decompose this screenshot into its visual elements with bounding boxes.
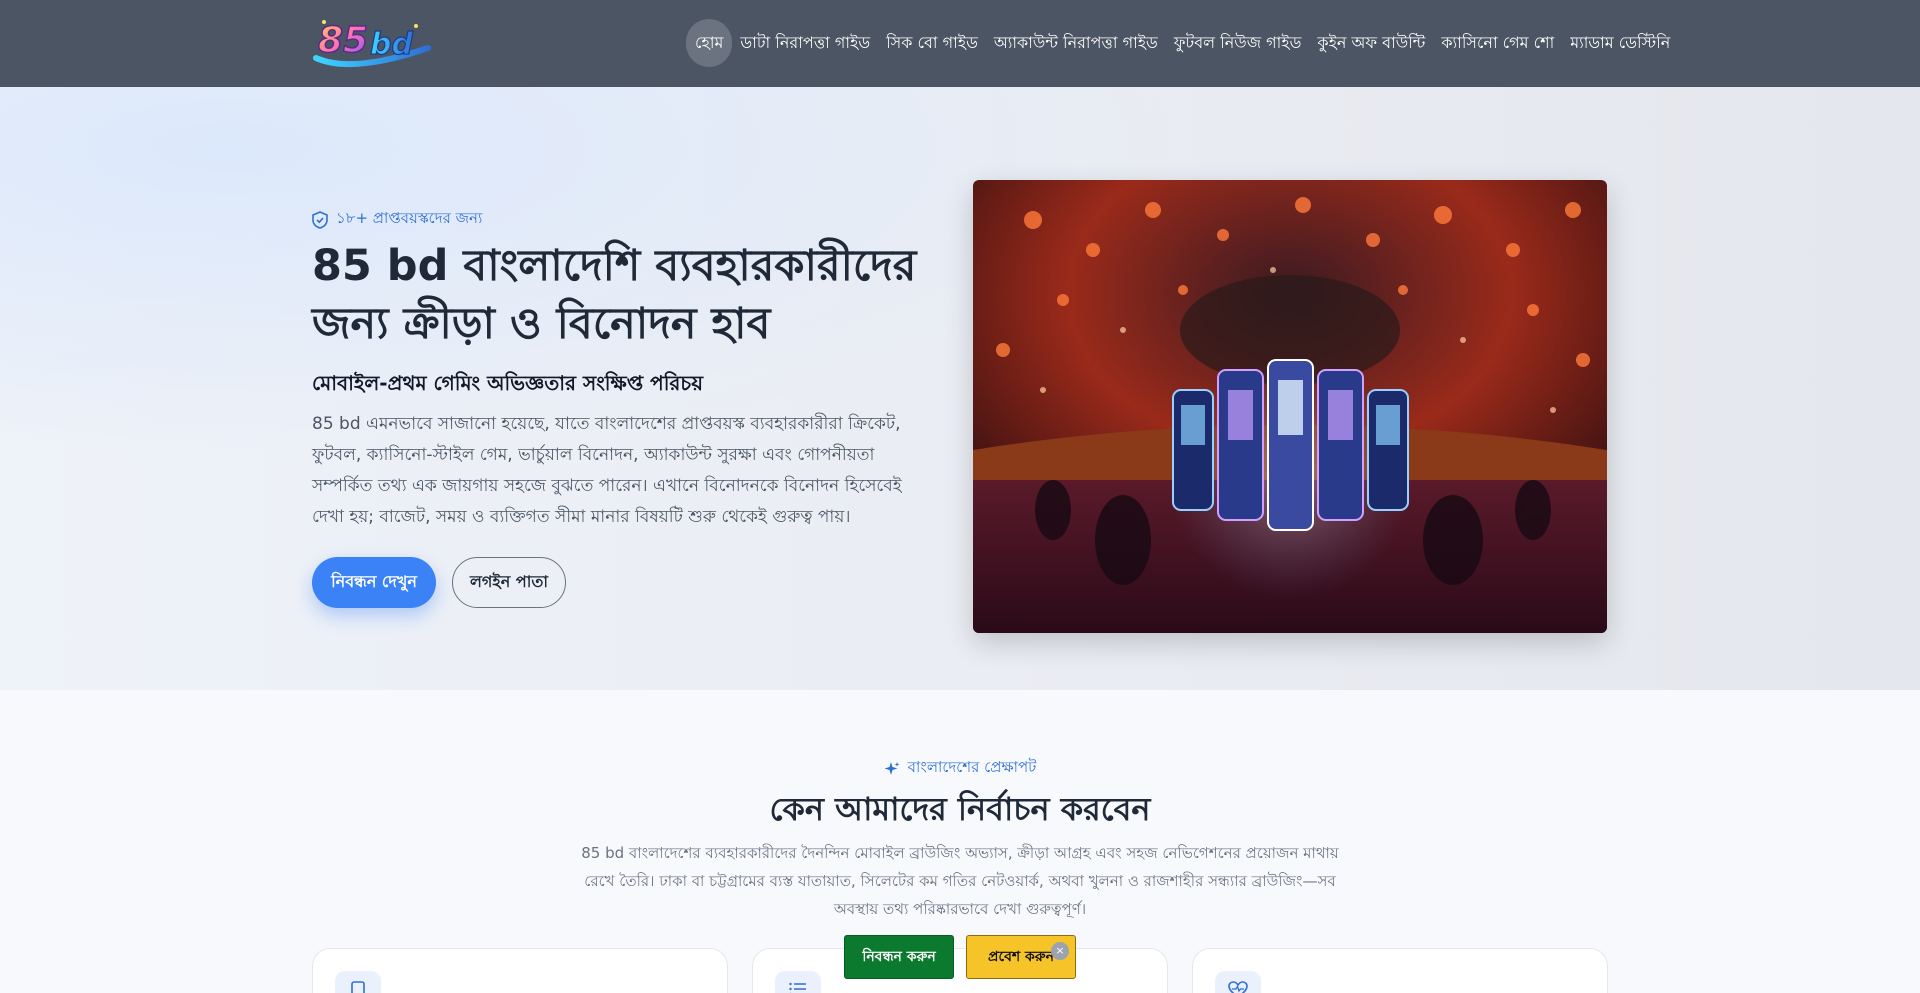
site-header: 85 bd হোম ডাটা নিরাপত্তা গাইড সিক বো গাই… bbox=[0, 0, 1920, 87]
main-nav: হোম ডাটা নিরাপত্তা গাইড সিক বো গাইড অ্যা… bbox=[686, 19, 1678, 67]
nav-item-football-news-guide[interactable]: ফুটবল নিউজ গাইড bbox=[1166, 19, 1310, 67]
svg-text:bd: bd bbox=[370, 27, 413, 62]
age-eyebrow-text: ১৮+ প্রাপ্তবয়স্কদের জন্য bbox=[336, 209, 483, 227]
mobile-icon bbox=[335, 971, 381, 993]
why-choose-section: বাংলাদেশের প্রেক্ষাপট কেন আমাদের নির্বাচ… bbox=[0, 690, 1920, 993]
sparkle-icon bbox=[884, 761, 900, 775]
list-icon bbox=[775, 971, 821, 993]
shield-icon bbox=[312, 210, 328, 229]
hero-description: 85 bd এমনভাবে সাজানো হয়েছে, যাতে বাংলাদ… bbox=[312, 414, 902, 527]
nav-item-account-security-guide[interactable]: অ্যাকাউন্ট নিরাপত্তা গাইড bbox=[986, 19, 1166, 67]
section-eyebrow: বাংলাদেশের প্রেক্ষাপট bbox=[0, 756, 1920, 781]
hero-title: 85 bd বাংলাদেশি ব্যবহারকারীদের জন্য ক্রী… bbox=[312, 241, 917, 349]
feature-card bbox=[752, 948, 1168, 993]
nav-item-sic-bo-guide[interactable]: সিক বো গাইড bbox=[878, 19, 986, 67]
view-registration-button[interactable]: নিবন্ধন দেখুন bbox=[312, 557, 436, 608]
section-title: কেন আমাদের নির্বাচন করবেন bbox=[769, 790, 1151, 828]
hero-section: ১৮+ প্রাপ্তবয়স্কদের জন্য 85 bd বাংলাদেশ… bbox=[0, 87, 1920, 690]
hero-subtitle: মোবাইল-প্রথম গেমিং অভিজ্ঞতার সংক্ষিপ্ত প… bbox=[312, 371, 704, 395]
login-page-button[interactable]: লগইন পাতা bbox=[452, 557, 566, 608]
feature-card bbox=[1192, 948, 1608, 993]
nav-item-madame-destiny[interactable]: ম্যাডাম ডেস্টিনি bbox=[1562, 19, 1678, 67]
section-eyebrow-text: বাংলাদেশের প্রেক্ষাপট bbox=[907, 758, 1037, 776]
nav-item-home[interactable]: হোম bbox=[686, 19, 733, 67]
nav-item-data-security-guide[interactable]: ডাটা নিরাপত্তা গাইড bbox=[732, 19, 878, 67]
heart-pulse-icon bbox=[1215, 971, 1261, 993]
site-logo[interactable]: 85 bd bbox=[312, 12, 432, 74]
sticky-register-button[interactable]: নিবন্ধন করুন bbox=[844, 935, 954, 979]
svg-text:85: 85 bbox=[318, 20, 368, 61]
section-description: 85 bd বাংলাদেশের ব্যবহারকারীদের দৈনন্দিন… bbox=[581, 844, 1339, 918]
nav-item-casino-game-show[interactable]: ক্যাসিনো গেম শো bbox=[1433, 19, 1562, 67]
feature-card bbox=[312, 948, 728, 993]
nav-item-queen-of-bounty[interactable]: কুইন অফ বাউন্টি bbox=[1309, 19, 1433, 67]
casino-hero-image bbox=[973, 180, 1607, 633]
close-icon[interactable]: × bbox=[1051, 942, 1069, 960]
age-eyebrow: ১৮+ প্রাপ্তবয়স্কদের জন্য bbox=[312, 207, 482, 232]
